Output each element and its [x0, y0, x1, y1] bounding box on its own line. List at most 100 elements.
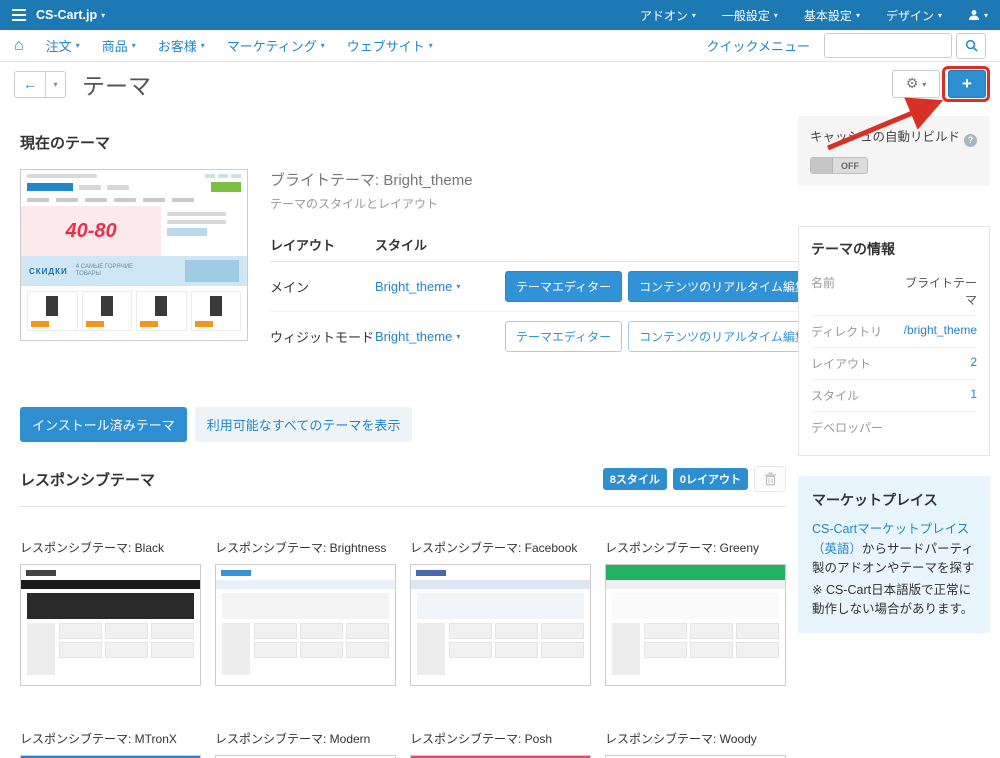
theme-card-title: レスポンシブテーマ: Facebook [410, 541, 578, 555]
theme-card-title: レスポンシブテーマ: MTronX [20, 732, 177, 746]
page-header: ▾ テーマ ▾ [0, 62, 1000, 106]
column-header-style: スタイル [375, 238, 428, 253]
topbar-item-design[interactable]: デザイン [886, 7, 942, 24]
topbar-item-label: デザイン [885, 8, 934, 23]
theme-card-black[interactable]: レスポンシブテーマ: Black [20, 539, 201, 686]
style-dropdown[interactable]: Bright_theme [375, 329, 505, 344]
top-bar: CS-Cart.jp アドオン 一般設定 基本設定 デザイン [0, 0, 1000, 30]
nav-item-website[interactable]: ウェブサイト [347, 36, 433, 55]
info-label: スタイル [811, 389, 860, 404]
info-label: 名前 [811, 276, 836, 291]
preview-promo-strip: СКИДКИ 4 САМЫЕ ГОРЯЧИЕ ТОВАРЫ [21, 256, 247, 286]
table-row: ウィジットモード Bright_theme テーマエディター コンテンツのリアル… [270, 311, 818, 361]
theme-card-preview[interactable] [215, 564, 396, 686]
style-dropdown[interactable]: Bright_theme [375, 279, 505, 294]
current-theme-preview[interactable]: 40-80 СКИДКИ 4 САМЫЕ ГОРЯЧИЕ ТОВАРЫ [20, 169, 248, 341]
theme-tabs: インストール済みテーマ 利用可能なすべてのテーマを表示 [20, 407, 786, 442]
preview-products [449, 623, 584, 675]
add-theme-button[interactable] [948, 70, 986, 98]
brand-label: CS-Cart.jp [36, 8, 98, 22]
info-label: ディレクトリ [811, 325, 883, 340]
topbar-item-basic-settings[interactable]: 基本設定 [804, 7, 860, 24]
preview-promo-subtext: 4 САМЫЕ ГОРЯЧИЕ ТОВАРЫ [75, 263, 134, 277]
theme-card-title: レスポンシブテーマ: Modern [215, 732, 371, 746]
quick-menu-link[interactable]: クイックメニュー [707, 36, 810, 55]
styles-count-badge: 8スタイル [602, 468, 667, 490]
plus-icon [962, 75, 972, 94]
toggle-state-label: OFF [841, 160, 859, 171]
info-value-link[interactable]: 2 [970, 355, 977, 372]
theme-card-title: レスポンシブテーマ: Posh [410, 732, 553, 746]
preview-products [59, 623, 194, 675]
current-theme-subtitle: テーマのスタイルとレイアウト [270, 197, 439, 211]
right-sidebar: キャッシュの自動リビルド OFF テーマの情報 名前 ブライトテーマ ディレクト… [798, 106, 990, 634]
nav-item-customers[interactable]: お客様 [158, 36, 205, 55]
user-menu[interactable] [968, 9, 988, 21]
theme-card-preview[interactable] [410, 564, 591, 686]
trash-icon [764, 472, 776, 486]
gear-menu-button[interactable]: ▾ [892, 70, 940, 98]
nav-item-label: お客様 [157, 39, 197, 54]
tab-all-available-themes[interactable]: 利用可能なすべてのテーマを表示 [194, 407, 413, 442]
info-row-styles: スタイル 1 [811, 379, 977, 411]
info-value: ブライトテーマ [904, 276, 977, 308]
current-theme-heading: 現在のテーマ [20, 135, 111, 152]
topbar-item-label: 一般設定 [721, 8, 770, 23]
toggle-knob [811, 158, 833, 174]
cache-rebuild-label: キャッシュの自動リビルド [810, 130, 961, 144]
preview-nav-row [21, 196, 247, 206]
info-value-link[interactable]: /bright_theme [904, 323, 977, 340]
section-divider [20, 506, 786, 507]
theme-card-woody[interactable]: レスポンシブテーマ: Woody [605, 730, 786, 758]
search-button[interactable] [956, 32, 986, 59]
tab-installed-themes[interactable]: インストール済みテーマ [20, 407, 187, 442]
info-label: レイアウト [811, 357, 872, 372]
theme-info-title: テーマの情報 [811, 241, 895, 258]
topbar-item-addons[interactable]: アドオン [640, 7, 696, 24]
preview-products-row [21, 286, 247, 331]
theme-card-preview[interactable] [20, 564, 201, 686]
apps-menu-icon[interactable] [12, 9, 26, 21]
theme-card-modern[interactable]: レスポンシブテーマ: Modern [215, 730, 396, 758]
preview-products [644, 623, 779, 675]
responsive-themes-heading: レスポンシブテーマ [20, 471, 156, 489]
cache-rebuild-toggle[interactable]: OFF [810, 157, 868, 175]
info-label: デベロッパー [811, 421, 884, 436]
nav-item-orders[interactable]: 注文 [46, 36, 80, 55]
topbar-item-label: 基本設定 [803, 8, 852, 23]
search-input[interactable] [824, 33, 952, 58]
help-icon[interactable] [964, 133, 978, 147]
nav-item-products[interactable]: 商品 [102, 36, 136, 55]
theme-card-facebook[interactable]: レスポンシブテーマ: Facebook [410, 539, 591, 686]
info-value-link[interactable]: 1 [970, 387, 977, 404]
theme-card-brightness[interactable]: レスポンシブテーマ: Brightness [215, 539, 396, 686]
theme-editor-button[interactable]: テーマエディター [505, 321, 623, 352]
theme-info-panel: テーマの情報 名前 ブライトテーマ ディレクトリ /bright_theme レ… [798, 226, 990, 457]
user-icon [968, 10, 979, 20]
home-icon[interactable] [14, 37, 24, 55]
page-title: テーマ [82, 73, 151, 99]
theme-card-mtronx[interactable]: レスポンシブテーマ: MTronX [20, 730, 201, 758]
main-nav: 注文 商品 お客様 マーケティング ウェブサイト クイックメニュー [0, 30, 1000, 62]
preview-hero-banner: 40-80 [21, 206, 247, 256]
topbar-item-general-settings[interactable]: 一般設定 [722, 7, 778, 24]
nav-item-label: ウェブサイト [346, 39, 425, 54]
nav-item-label: 注文 [45, 39, 72, 54]
theme-editor-button[interactable]: テーマエディター [505, 271, 623, 302]
back-button[interactable] [14, 70, 46, 98]
theme-cards-grid: レスポンシブテーマ: Black レスポンシブテーマ: Brightness レ… [20, 539, 786, 758]
theme-card-preview[interactable] [605, 564, 786, 686]
preview-promo-text: СКИДКИ [29, 266, 68, 276]
delete-theme-button[interactable] [754, 466, 786, 492]
nav-item-marketing[interactable]: マーケティング [227, 36, 325, 55]
live-edit-button[interactable]: コンテンツのリアルタイム編集 [628, 321, 818, 352]
theme-card-title: レスポンシブテーマ: Woody [605, 732, 757, 746]
gear-icon [906, 75, 919, 93]
search-icon [965, 39, 978, 52]
theme-card-greeny[interactable]: レスポンシブテーマ: Greeny [605, 539, 786, 686]
live-edit-button[interactable]: コンテンツのリアルタイム編集 [628, 271, 818, 302]
theme-card-posh[interactable]: レスポンシブテーマ: Posh [410, 730, 591, 758]
current-theme-info: ブライトテーマ: Bright_theme テーマのスタイルとレイアウト レイア… [270, 169, 818, 361]
store-switcher[interactable]: CS-Cart.jp [36, 8, 105, 22]
back-dropdown-caret[interactable]: ▾ [46, 70, 66, 98]
